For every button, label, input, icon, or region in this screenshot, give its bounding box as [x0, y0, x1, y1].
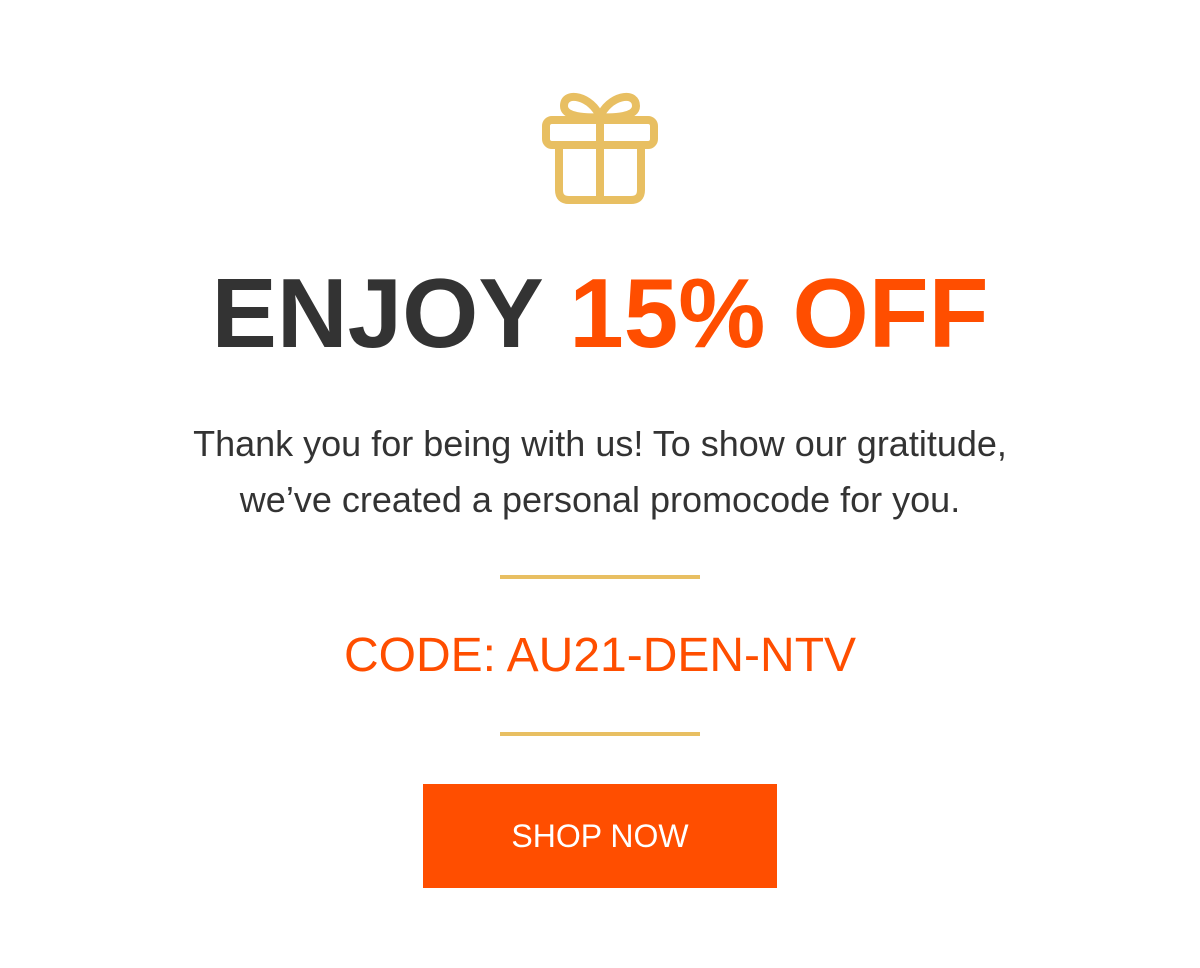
promo-code: CODE: AU21-DEN-NTV: [343, 629, 857, 682]
shop-now-button[interactable]: SHOP NOW: [423, 784, 777, 888]
headline-lead: ENJOY: [211, 258, 570, 368]
headline: ENJOY 15% OFF: [0, 258, 1200, 368]
divider-bottom: [500, 732, 700, 736]
message-line-1: Thank you for being with us! To show our…: [193, 423, 1007, 464]
message-line-2: we’ve created a personal promocode for y…: [239, 479, 961, 520]
gift-icon: [542, 93, 658, 204]
headline-discount: 15% OFF: [569, 258, 989, 368]
divider-top: [500, 575, 700, 579]
thank-you-message: Thank you for being with us! To show our…: [0, 416, 1200, 528]
